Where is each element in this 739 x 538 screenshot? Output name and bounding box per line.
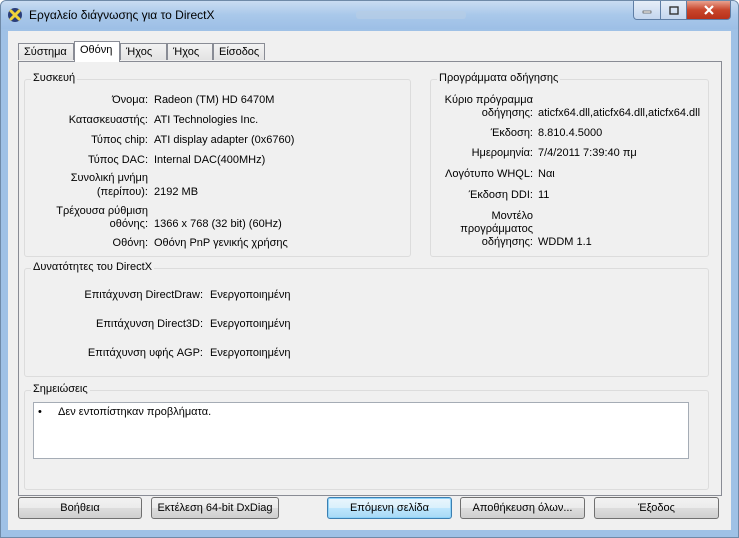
tab-display[interactable]: Οθόνη — [74, 41, 120, 62]
direct3d-acceleration-label: Επιτάχυνση Direct3D: — [95, 318, 203, 330]
save-all-button[interactable]: Αποθήκευση όλων... — [460, 497, 585, 519]
directdraw-acceleration-label: Επιτάχυνση DirectDraw: — [84, 289, 203, 301]
chip-type-value: ATI display adapter (0x6760) — [154, 134, 295, 146]
tab-sound-2[interactable]: Ήχος 2 — [167, 43, 213, 75]
direct3d-acceleration-value: Ενεργοποιημένη — [210, 318, 291, 330]
notes-group-title: Σημειώσεις — [31, 383, 90, 395]
driver-model-value: WDDM 1.1 — [538, 236, 592, 248]
window-controls — [633, 1, 731, 20]
driver-date-value: 7/4/2011 7:39:40 πμ — [538, 147, 637, 159]
driver-model-label-line-2: προγράμματος — [460, 223, 533, 235]
name-value: Radeon (TM) HD 6470M — [154, 94, 275, 106]
driver-version-label: Έκδοση: — [490, 127, 533, 139]
dialog-client-area: Σύστημα Οθόνη Ήχος 1 Ήχος 2 Είσοδος Συσκ… — [8, 31, 731, 530]
display-mode-label-line-1: Τρέχουσα ρύθμιση — [56, 205, 148, 217]
exit-button[interactable]: Έξοδος — [594, 497, 719, 519]
drivers-group-title: Προγράμματα οδήγησης — [437, 72, 561, 84]
title-bar[interactable]: Εργαλείο διάγνωσης για το DirectX — [1, 1, 738, 29]
directdraw-acceleration-value: Ενεργοποιημένη — [210, 289, 291, 301]
manufacturer-label: Κατασκευαστής: — [68, 114, 148, 126]
maximize-button[interactable] — [661, 1, 687, 20]
device-group-title: Συσκευή — [31, 72, 78, 84]
window-title: Εργαλείο διάγνωσης για το DirectX — [29, 8, 215, 22]
display-tab-panel: Συσκευή Όνομα: Radeon (TM) HD 6470M Κατα… — [18, 61, 722, 496]
directx-features-group: Δυνατότητες του DirectX Επιτάχυνση Direc… — [24, 261, 709, 377]
driver-model-label-line-1: Μοντέλο — [491, 210, 533, 222]
minimize-icon — [642, 10, 652, 14]
name-label: Όνομα: — [112, 94, 148, 106]
tab-system[interactable]: Σύστημα — [18, 43, 74, 60]
drivers-group: Προγράμματα οδήγησης Κύριο πρόγραμμα οδή… — [430, 72, 709, 257]
dac-type-label: Τύπος DAC: — [88, 154, 148, 166]
notes-bullet: • — [38, 406, 42, 418]
driver-date-label: Ημερομηνία: — [471, 147, 533, 159]
help-button[interactable]: Βοήθεια — [18, 497, 142, 519]
notes-group: Σημειώσεις • Δεν εντοπίστηκαν προβλήματα… — [24, 383, 709, 490]
directx-x-icon — [8, 8, 22, 22]
main-driver-label-line-2: οδήγησης: — [481, 107, 533, 119]
manufacturer-value: ATI Technologies Inc. — [154, 114, 259, 126]
notes-textbox[interactable]: • Δεν εντοπίστηκαν προβλήματα. — [33, 402, 689, 459]
device-group: Συσκευή Όνομα: Radeon (TM) HD 6470M Κατα… — [24, 72, 411, 257]
driver-version-value: 8.810.4.5000 — [538, 127, 603, 139]
main-driver-label-line-1: Κύριο πρόγραμμα — [444, 94, 533, 106]
ddi-version-value: 11 — [538, 189, 550, 201]
monitor-value: Οθόνη PnP γενικής χρήσης — [154, 237, 288, 249]
dxdiag-window: Εργαλείο διάγνωσης για το DirectX Σύστημ… — [0, 0, 739, 538]
minimize-button[interactable] — [633, 1, 661, 20]
whql-logo-value: Ναι — [538, 168, 555, 180]
agp-acceleration-label: Επιτάχυνση υφής AGP: — [87, 347, 203, 359]
close-button[interactable] — [687, 1, 731, 20]
directx-features-group-title: Δυνατότητες του DirectX — [31, 261, 155, 273]
chip-type-label: Τύπος chip: — [91, 134, 148, 146]
memory-label-line-1: Συνολική μνήμη — [70, 172, 148, 184]
close-icon — [703, 5, 714, 15]
display-mode-label-line-2: οθόνης: — [109, 218, 148, 230]
dac-type-value: Internal DAC(400MHz) — [154, 154, 266, 166]
notes-item: Δεν εντοπίστηκαν προβλήματα. — [58, 406, 212, 418]
monitor-label: Οθόνη: — [112, 237, 148, 249]
memory-label-line-2: (περίπου): — [96, 186, 148, 198]
run-64bit-dxdiag-button[interactable]: Εκτέλεση 64-bit DxDiag — [151, 497, 279, 519]
main-driver-value: aticfx64.dll,aticfx64.dll,aticfx64.dll — [538, 107, 701, 119]
maximize-icon — [668, 5, 679, 15]
agp-acceleration-value: Ενεργοποιημένη — [210, 347, 291, 359]
ddi-version-label: Έκδοση DDI: — [468, 189, 533, 201]
next-page-button[interactable]: Επόμενη σελίδα — [327, 497, 452, 519]
tab-input[interactable]: Είσοδος — [213, 43, 265, 60]
driver-model-label-line-3: οδήγησης: — [481, 236, 533, 248]
tab-sound-1[interactable]: Ήχος 1 — [120, 43, 167, 75]
memory-value: 2192 MB — [154, 186, 199, 198]
blurred-title-area — [356, 11, 466, 19]
display-mode-value: 1366 x 768 (32 bit) (60Hz) — [154, 218, 282, 230]
whql-logo-label: Λογότυπο WHQL: — [445, 168, 533, 180]
